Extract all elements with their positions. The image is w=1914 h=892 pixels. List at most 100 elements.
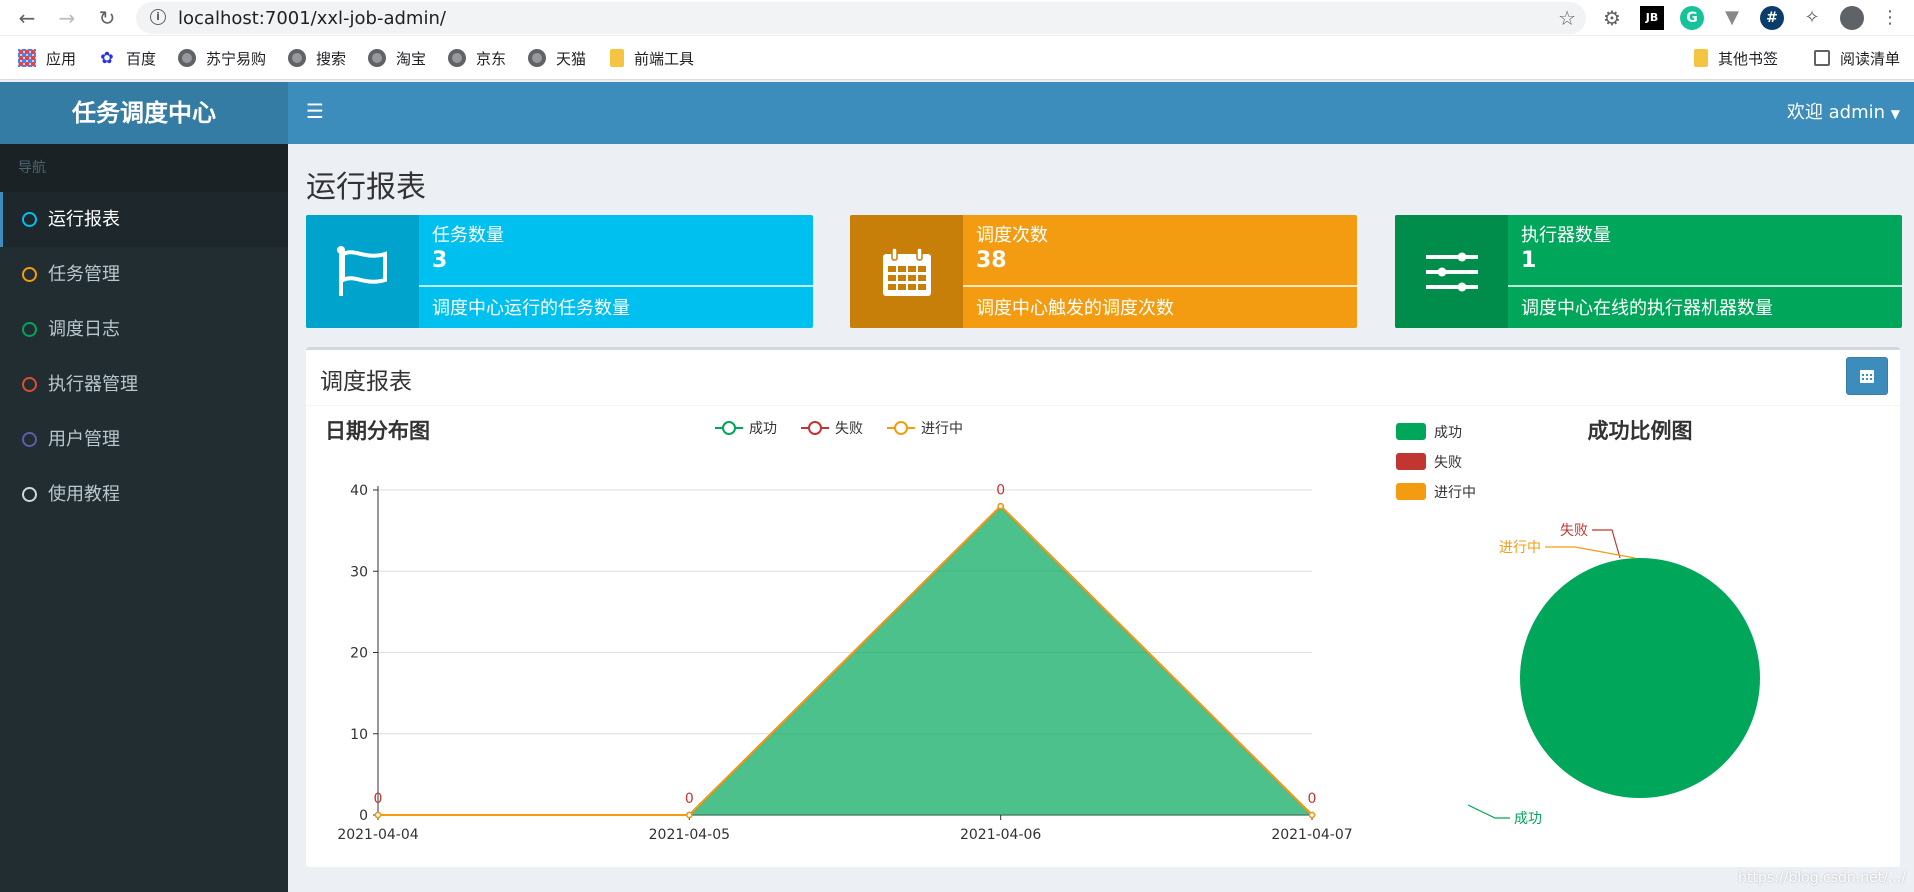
- extension-vue-icon[interactable]: ▼: [1720, 6, 1744, 30]
- caret-down-icon: ▼: [1890, 107, 1900, 121]
- sidebar-item-help[interactable]: 使用教程: [0, 467, 288, 522]
- globe-icon: [288, 49, 306, 67]
- sidebar-item-label: 执行器管理: [48, 374, 138, 395]
- circle-icon: [22, 432, 37, 447]
- x-tick-label: 2021-04-04: [337, 827, 418, 843]
- bookmark-frontend-tools[interactable]: 前端工具: [610, 47, 694, 69]
- user-greeting: 欢迎 admin: [1786, 102, 1886, 123]
- globe-icon: [178, 49, 196, 67]
- legend-swatch: [1396, 423, 1426, 440]
- circle-icon: [22, 322, 37, 337]
- data-point: [686, 811, 693, 819]
- sidebar-item-label: 使用教程: [48, 484, 120, 505]
- extension-grammarly-icon[interactable]: G: [1680, 6, 1704, 30]
- info-box-trigger-count: 调度次数 38 调度中心触发的调度次数: [850, 215, 1357, 328]
- circle-icon: [22, 377, 37, 392]
- bookmark-star-icon[interactable]: ☆: [1558, 6, 1576, 30]
- data-label: 0: [1308, 791, 1317, 807]
- baidu-paw-icon: ✿: [100, 48, 114, 67]
- sidebar-item-jobs[interactable]: 任务管理: [0, 247, 288, 302]
- info-box-desc: 调度中心触发的调度次数: [976, 298, 1174, 319]
- slice-label: 失败: [1560, 523, 1588, 539]
- legend-marker: [808, 421, 822, 435]
- sidebar-item-logs[interactable]: 调度日志: [0, 302, 288, 357]
- calendar-icon: [1860, 370, 1874, 383]
- y-tick-label: 20: [350, 646, 368, 662]
- success-ratio-chart: 成功比例图成功失败进行中成功失败进行中: [1396, 419, 1760, 827]
- circle-icon: [22, 487, 37, 502]
- user-menu[interactable]: 欢迎 admin ▼: [1787, 100, 1900, 127]
- legend-marker: [894, 421, 908, 435]
- bookmark-baidu[interactable]: ✿ 百度: [98, 47, 156, 69]
- extensions-puzzle-icon[interactable]: ✧: [1800, 6, 1824, 30]
- info-box-value: 1: [1521, 248, 1537, 273]
- sidebar-item-label: 调度日志: [48, 319, 120, 340]
- address-bar[interactable]: i localhost:7001/xxl-job-admin/ ☆: [136, 2, 1586, 34]
- sidebar-item-report[interactable]: 运行报表: [0, 192, 288, 247]
- sidebar-item-executors[interactable]: 执行器管理: [0, 357, 288, 412]
- pie-slice: [1520, 558, 1760, 798]
- legend-label: 失败: [835, 421, 863, 437]
- x-tick-label: 2021-04-07: [1271, 827, 1352, 843]
- apps-grid-icon: [18, 49, 36, 67]
- folder-icon: [610, 49, 624, 67]
- back-icon[interactable]: ←: [14, 5, 40, 31]
- globe-icon: [528, 49, 546, 67]
- extension-gear-icon[interactable]: ⚙: [1600, 6, 1624, 30]
- date-distribution-chart: 日期分布图 成功 失败 进行中 0 10 20 30 40 2021-04-04 2021-04-0…: [325, 419, 1353, 843]
- bookmark-suning[interactable]: 苏宁易购: [178, 47, 266, 69]
- bookmark-other[interactable]: 其他书签: [1694, 47, 1778, 69]
- extension-hash-icon[interactable]: #: [1760, 6, 1784, 30]
- data-point: [1308, 811, 1316, 819]
- circle-icon: [22, 212, 37, 227]
- folder-icon: [1694, 49, 1708, 67]
- sidebar-toggle-icon[interactable]: ☰: [306, 100, 328, 122]
- calendar-icon: [883, 247, 931, 296]
- legend-label: 成功: [749, 421, 777, 437]
- sliders-icon: [1426, 252, 1478, 292]
- slice-label: 成功: [1514, 811, 1542, 827]
- bookmark-jd[interactable]: 京东: [448, 47, 506, 69]
- browser-menu-icon[interactable]: ⋮: [1878, 6, 1902, 30]
- chart-title: 成功比例图: [1588, 419, 1693, 443]
- bookmark-tmall[interactable]: 天猫: [528, 47, 586, 69]
- app-logo[interactable]: 任务调度中心: [0, 82, 288, 144]
- legend-label: 成功: [1434, 425, 1462, 441]
- y-tick-label: 10: [350, 727, 368, 743]
- reading-list-icon: [1814, 50, 1830, 66]
- legend-label: 失败: [1434, 455, 1462, 471]
- watermark: https://blog.csdn.net/.../: [1738, 870, 1906, 886]
- site-info-icon[interactable]: i: [150, 9, 166, 25]
- chart-title: 日期分布图: [325, 419, 430, 443]
- bookmark-search[interactable]: 搜索: [288, 47, 346, 69]
- y-tick-label: 40: [350, 483, 368, 499]
- info-box-desc: 调度中心运行的任务数量: [432, 298, 630, 319]
- x-tick-label: 2021-04-06: [960, 827, 1041, 843]
- bookmark-taobao[interactable]: 淘宝: [368, 47, 426, 69]
- legend-label: 进行中: [921, 421, 963, 437]
- label-line: [1545, 546, 1636, 559]
- date-range-button[interactable]: [1846, 357, 1888, 395]
- extension-jb-icon[interactable]: JB: [1640, 6, 1664, 30]
- app-topbar: ☰ 欢迎 admin ▼: [288, 82, 1914, 144]
- info-box-value: 3: [432, 248, 448, 273]
- reload-icon[interactable]: ↻: [94, 5, 120, 31]
- info-box-job-count: 任务数量 3 调度中心运行的任务数量: [306, 215, 813, 328]
- sidebar: 导航 运行报表 任务管理 调度日志 执行器管理 用户管理 使用教程: [0, 144, 288, 892]
- legend-swatch: [1396, 483, 1426, 500]
- bookmark-apps[interactable]: 应用: [18, 47, 76, 69]
- panel-divider: [306, 405, 1900, 406]
- progress-bar: [963, 285, 1357, 287]
- forward-icon[interactable]: →: [54, 5, 80, 31]
- profile-avatar-icon[interactable]: [1840, 6, 1864, 30]
- info-box-title: 调度次数: [976, 225, 1048, 246]
- data-label: 0: [685, 791, 694, 807]
- data-label: 0: [996, 482, 1005, 498]
- sidebar-item-label: 用户管理: [48, 429, 120, 450]
- panel-title: 调度报表: [320, 369, 412, 395]
- sidebar-item-users[interactable]: 用户管理: [0, 412, 288, 467]
- x-tick-label: 2021-04-05: [649, 827, 730, 843]
- label-line: [1592, 529, 1621, 559]
- circle-icon: [22, 267, 37, 282]
- reading-list[interactable]: 阅读清单: [1814, 47, 1900, 69]
